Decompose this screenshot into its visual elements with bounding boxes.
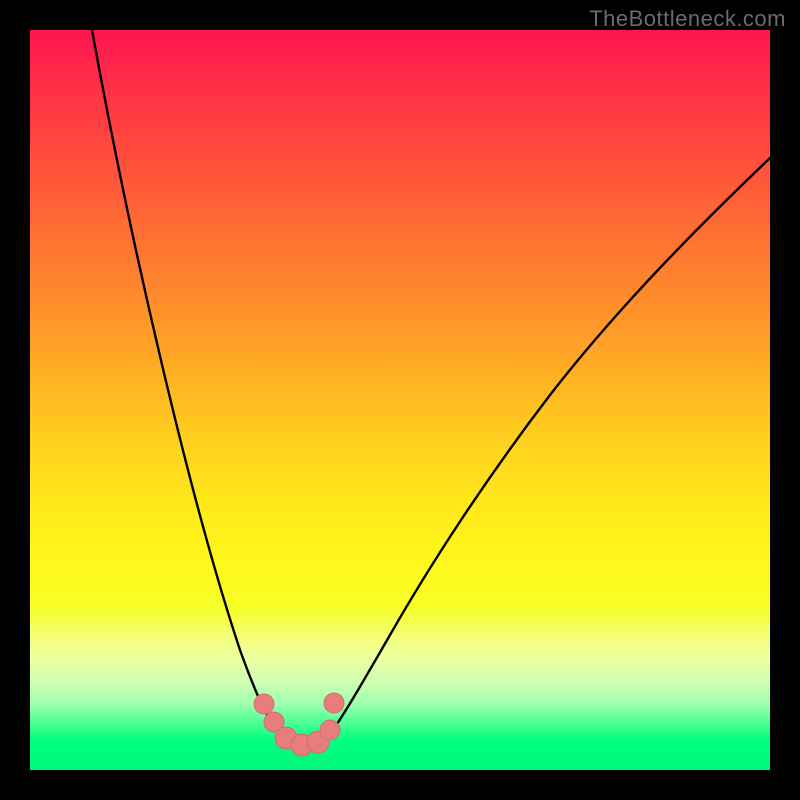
plot-area [30, 30, 770, 770]
valley-markers [254, 693, 344, 756]
bottleneck-curve [92, 30, 770, 746]
valley-marker-left-top [254, 694, 274, 714]
valley-marker-right-mid [320, 720, 340, 740]
chart-svg [30, 30, 770, 770]
valley-marker-right-top [324, 693, 344, 713]
watermark-text: TheBottleneck.com [589, 6, 786, 32]
chart-frame: TheBottleneck.com [0, 0, 800, 800]
